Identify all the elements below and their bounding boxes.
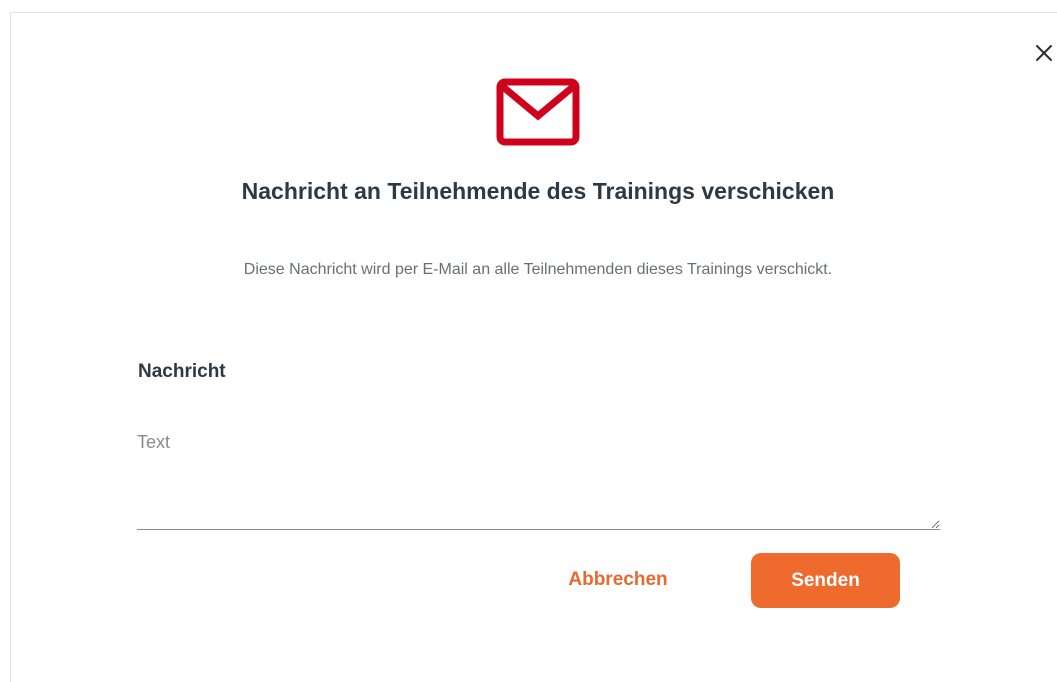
cancel-button[interactable]: Abbrechen	[540, 560, 696, 600]
dialog-subtitle: Diese Nachricht wird per E-Mail an alle …	[243, 261, 833, 278]
send-button[interactable]: Senden	[751, 553, 900, 608]
envelope-icon	[496, 78, 580, 146]
message-textarea[interactable]	[137, 426, 940, 530]
close-icon	[1036, 45, 1052, 61]
close-button[interactable]	[1031, 40, 1057, 66]
message-label: Nachricht	[138, 361, 226, 382]
page: Nachricht an Teilnehmende des Trainings …	[0, 0, 1057, 682]
dialog-title: Nachricht an Teilnehmende des Trainings …	[241, 178, 835, 204]
